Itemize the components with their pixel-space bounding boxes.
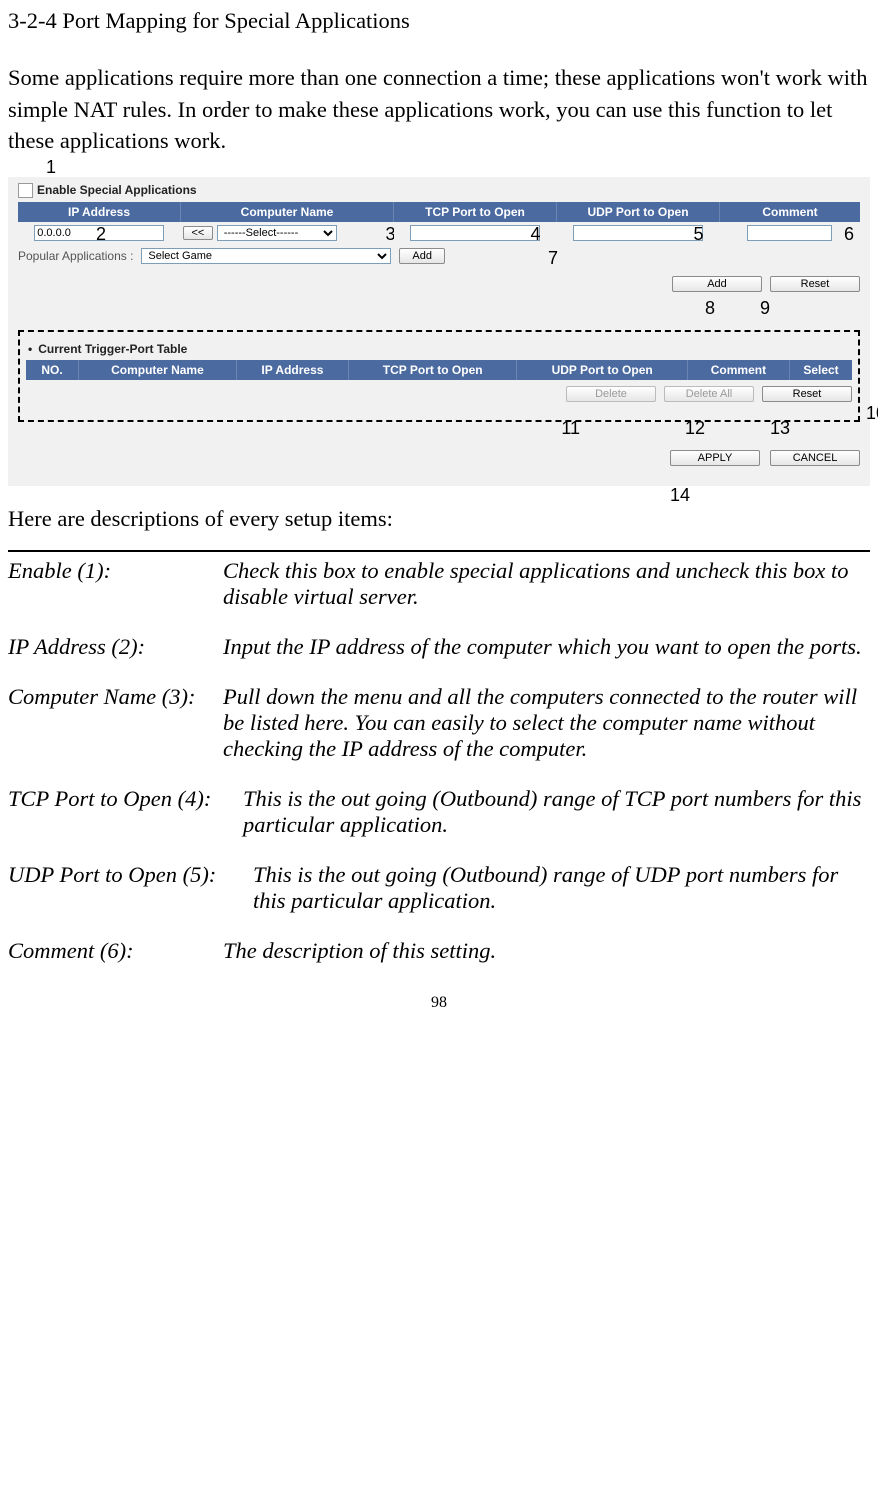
cancel-button[interactable]: CANCEL: [770, 450, 860, 466]
enable-checkbox[interactable]: [18, 183, 33, 198]
callout-10: 10: [866, 403, 878, 424]
reset-button[interactable]: Reset: [770, 276, 860, 292]
section-title: 3-2-4 Port Mapping for Special Applicati…: [8, 8, 870, 34]
trigger-header-udp: UDP Port to Open: [517, 360, 687, 380]
header-ip: IP Address: [18, 202, 181, 222]
tcp-port-input[interactable]: [410, 225, 540, 241]
delete-all-button[interactable]: Delete All: [664, 386, 754, 402]
desc-intro: Here are descriptions of every setup ite…: [8, 506, 870, 532]
apply-button[interactable]: APPLY: [670, 450, 760, 466]
trigger-header-no: NO.: [26, 360, 79, 380]
callout-13: 13: [770, 418, 790, 439]
comment-input[interactable]: [747, 225, 832, 241]
header-comment: Comment: [720, 202, 861, 222]
trigger-header-tcp: TCP Port to Open: [348, 360, 516, 380]
desc-comp: Computer Name (3): Pull down the menu an…: [8, 684, 870, 762]
callout-8: 8: [705, 298, 715, 319]
callout-14: 14: [670, 485, 690, 506]
enable-label: Enable Special Applications: [37, 183, 197, 197]
input-table: IP Address Computer Name TCP Port to Ope…: [18, 202, 860, 244]
header-tcp: TCP Port to Open: [394, 202, 557, 222]
callout-4: 4: [530, 224, 540, 245]
desc-enable: Enable (1): Check this box to enable spe…: [8, 558, 870, 610]
callout-1: 1: [46, 157, 56, 178]
trigger-table: NO. Computer Name IP Address TCP Port to…: [26, 360, 852, 380]
computer-select[interactable]: ------Select------: [217, 225, 337, 241]
game-select[interactable]: Select Game: [141, 248, 391, 264]
desc-tcp: TCP Port to Open (4): This is the out go…: [8, 786, 870, 838]
desc-ip: IP Address (2): Input the IP address of …: [8, 634, 870, 660]
udp-port-input[interactable]: [573, 225, 703, 241]
intro-paragraph: Some applications require more than one …: [8, 62, 870, 157]
callout-11: 11: [561, 418, 580, 439]
header-udp: UDP Port to Open: [557, 202, 720, 222]
trigger-header-comment: Comment: [687, 360, 789, 380]
page-number: 98: [8, 994, 870, 1012]
delete-button[interactable]: Delete: [566, 386, 656, 402]
trigger-reset-button[interactable]: Reset: [762, 386, 852, 402]
callout-7: 7: [548, 248, 558, 269]
trigger-table-box: Current Trigger-Port Table NO. Computer …: [18, 330, 860, 422]
callout-9: 9: [760, 298, 770, 319]
descriptions-block: Enable (1): Check this box to enable spe…: [8, 550, 870, 964]
callout-6: 6: [844, 224, 854, 245]
add-button[interactable]: Add: [672, 276, 762, 292]
arrow-button[interactable]: <<: [183, 226, 214, 240]
popular-add-button[interactable]: Add: [399, 248, 445, 264]
desc-comment: Comment (6): The description of this set…: [8, 938, 870, 964]
desc-udp: UDP Port to Open (5): This is the out go…: [8, 862, 870, 914]
trigger-header-comp: Computer Name: [79, 360, 237, 380]
trigger-title: Current Trigger-Port Table: [28, 342, 852, 356]
ui-screenshot: Enable Special Applications IP Address C…: [8, 177, 870, 486]
callout-2: 2: [96, 224, 106, 245]
callout-12: 12: [685, 418, 705, 439]
header-comp: Computer Name: [181, 202, 394, 222]
trigger-header-ip: IP Address: [236, 360, 348, 380]
trigger-header-select: Select: [790, 360, 853, 380]
callout-5: 5: [693, 224, 703, 245]
popular-apps-label: Popular Applications :: [18, 249, 133, 263]
